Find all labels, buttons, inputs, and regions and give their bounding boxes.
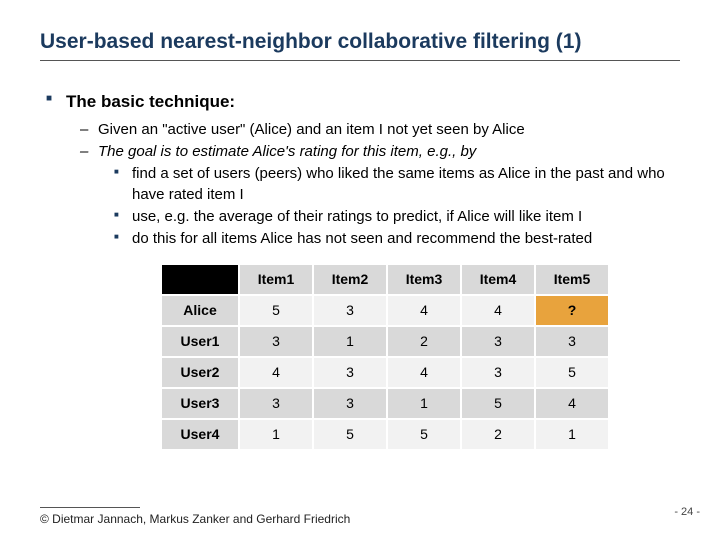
cell: 5 bbox=[313, 419, 387, 450]
table-row: User3 3 3 1 5 4 bbox=[161, 388, 609, 419]
ratings-table-wrap: Item1 Item2 Item3 Item4 Item5 Alice 5 3 … bbox=[160, 263, 680, 450]
ratings-table: Item1 Item2 Item3 Item4 Item5 Alice 5 3 … bbox=[160, 263, 610, 450]
cell: 3 bbox=[535, 326, 609, 357]
cell: 4 bbox=[535, 388, 609, 419]
col-item5: Item5 bbox=[535, 264, 609, 295]
copyright: © Dietmar Jannach, Markus Zanker and Ger… bbox=[40, 512, 350, 526]
row-alice: Alice bbox=[161, 295, 239, 326]
footer-rule bbox=[40, 507, 140, 508]
row-user1: User1 bbox=[161, 326, 239, 357]
title-rule bbox=[40, 60, 680, 61]
table-row: Alice 5 3 4 4 ? bbox=[161, 295, 609, 326]
cell: 1 bbox=[387, 388, 461, 419]
cell: 4 bbox=[461, 295, 535, 326]
slide-body: The basic technique: Given an "active us… bbox=[40, 91, 680, 451]
row-user4: User4 bbox=[161, 419, 239, 450]
cell: 4 bbox=[387, 295, 461, 326]
table-row: User4 1 5 5 2 1 bbox=[161, 419, 609, 450]
cell: 5 bbox=[535, 357, 609, 388]
cell: 3 bbox=[313, 295, 387, 326]
page-number: - 24 - bbox=[674, 506, 700, 518]
cell: 1 bbox=[535, 419, 609, 450]
bullet-goal: The goal is to estimate Alice's rating f… bbox=[40, 142, 680, 162]
table-header-row: Item1 Item2 Item3 Item4 Item5 bbox=[161, 264, 609, 295]
cell: 3 bbox=[461, 357, 535, 388]
table-row: User1 3 1 2 3 3 bbox=[161, 326, 609, 357]
cell: 1 bbox=[239, 419, 313, 450]
cell: 3 bbox=[461, 326, 535, 357]
cell: 3 bbox=[239, 388, 313, 419]
cell: 2 bbox=[461, 419, 535, 450]
cell: 5 bbox=[239, 295, 313, 326]
cell: 1 bbox=[313, 326, 387, 357]
cell: 4 bbox=[239, 357, 313, 388]
cell: 3 bbox=[313, 357, 387, 388]
cell: 2 bbox=[387, 326, 461, 357]
cell: 4 bbox=[387, 357, 461, 388]
table-corner bbox=[161, 264, 239, 295]
col-item2: Item2 bbox=[313, 264, 387, 295]
col-item3: Item3 bbox=[387, 264, 461, 295]
bullet-given: Given an "active user" (Alice) and an it… bbox=[40, 120, 680, 140]
footer: © Dietmar Jannach, Markus Zanker and Ger… bbox=[40, 507, 350, 526]
subbullet-peers: find a set of users (peers) who liked th… bbox=[40, 164, 680, 205]
table-row: User2 4 3 4 3 5 bbox=[161, 357, 609, 388]
cell: 3 bbox=[239, 326, 313, 357]
slide: User-based nearest-neighbor collaborativ… bbox=[0, 0, 720, 540]
subbullet-average: use, e.g. the average of their ratings t… bbox=[40, 207, 680, 227]
row-user2: User2 bbox=[161, 357, 239, 388]
col-item4: Item4 bbox=[461, 264, 535, 295]
slide-title: User-based nearest-neighbor collaborativ… bbox=[40, 30, 680, 54]
col-item1: Item1 bbox=[239, 264, 313, 295]
heading-bullet: The basic technique: bbox=[40, 91, 680, 114]
cell: 3 bbox=[313, 388, 387, 419]
row-user3: User3 bbox=[161, 388, 239, 419]
cell: 5 bbox=[461, 388, 535, 419]
cell-unknown: ? bbox=[535, 295, 609, 326]
cell: 5 bbox=[387, 419, 461, 450]
subbullet-recommend: do this for all items Alice has not seen… bbox=[40, 229, 680, 249]
